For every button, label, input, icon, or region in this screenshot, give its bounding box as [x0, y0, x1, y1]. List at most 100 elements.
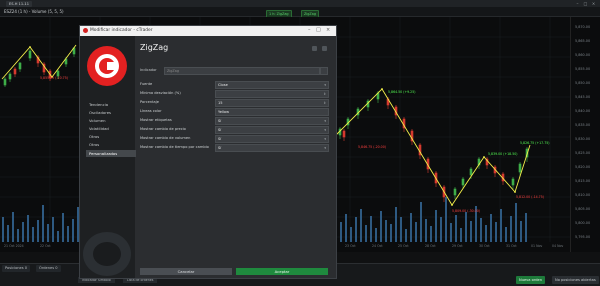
window-controls: – □ ×: [575, 1, 596, 6]
price-label: 5,840.00: [575, 109, 591, 113]
price-label: 5,815.00: [575, 179, 591, 183]
price-label: 5,795.00: [575, 235, 591, 239]
annotation-5: 5,809.00 (-30.00): [452, 209, 480, 213]
min-deviation-input[interactable]: ⇕: [215, 90, 329, 98]
annotation-4: 5,839.00 (+18.50): [488, 152, 518, 156]
chevron-down-icon: ▾: [324, 83, 326, 87]
show-price-change-value: Sí: [218, 128, 222, 132]
percentage-value: 15: [218, 101, 223, 105]
time-label: 25 Oct: [398, 244, 409, 248]
price-label: 5,800.00: [575, 221, 591, 225]
window-tab-bar: [0, 0, 600, 7]
param-label: Fuente: [140, 82, 153, 86]
param-label: Porcentaje: [140, 100, 159, 104]
ctrader-watermark-inner: [93, 242, 121, 266]
category-tendencia[interactable]: Tendencia: [86, 101, 136, 108]
close-icon[interactable]: ×: [326, 27, 330, 33]
category-personalizados[interactable]: Personalizados: [86, 150, 136, 157]
price-label: 5,830.00: [575, 137, 591, 141]
category-volatilidad[interactable]: Volatilidad: [86, 125, 136, 132]
show-price-change-select[interactable]: Sí ▾: [215, 126, 329, 134]
chart-toolbar: [0, 7, 600, 17]
dialog-title: Modificar indicador - cTrader: [90, 28, 153, 33]
category-volumen[interactable]: Volumen: [86, 117, 136, 124]
annotation-7: 5,812.00 (-14.75): [516, 195, 544, 199]
new-order-button[interactable]: Nueva orden: [516, 276, 546, 284]
price-label: 5,805.00: [575, 207, 591, 211]
source-select[interactable]: Close ▾: [215, 81, 329, 89]
chevron-down-icon: ▾: [324, 128, 326, 132]
time-label: 24 Oct: [372, 244, 383, 248]
time-label: 04 Nov: [552, 244, 564, 248]
ctrader-icon: [83, 28, 88, 33]
indicator-select[interactable]: ZigZag: [164, 67, 320, 75]
annotation-1: 5,855.25 (-10.75): [40, 76, 68, 80]
candles-left: [3, 47, 76, 87]
price-label: 5,850.00: [575, 81, 591, 85]
time-label: 21 Oct 2024: [4, 244, 24, 248]
cancel-button[interactable]: Cancelar: [140, 268, 232, 275]
no-positions-label: No posiciones abiertas: [552, 276, 599, 284]
annotation-3: 5,846.75 (-20.00): [358, 145, 386, 149]
annotation-6: 5,826.75 (+17.75): [520, 141, 550, 145]
minimize-icon[interactable]: –: [575, 1, 580, 6]
accept-button[interactable]: Aceptar: [236, 268, 328, 275]
time-label: 28 Oct: [425, 244, 436, 248]
percentage-input[interactable]: 15 ⇕: [215, 99, 329, 107]
time-label: 23 Oct: [345, 244, 356, 248]
maximize-icon[interactable]: □: [583, 1, 588, 6]
show-labels-select[interactable]: Sí ▾: [215, 117, 329, 125]
orders-tab[interactable]: Órdenes 0: [36, 265, 61, 272]
chevron-down-icon: ▾: [324, 137, 326, 141]
search-icon[interactable]: [320, 67, 328, 75]
category-otros-2[interactable]: Otros: [86, 141, 136, 148]
price-axis[interactable]: 5,870.00 5,865.00 5,860.00 5,855.00 5,85…: [570, 17, 600, 252]
indicator-field-label: Indicador: [140, 68, 157, 72]
param-label: Mostrar etiquetas: [140, 118, 172, 122]
category-otros[interactable]: Otros: [86, 133, 136, 140]
maximize-icon[interactable]: □: [316, 27, 321, 33]
save-icon[interactable]: [322, 46, 327, 51]
copy-icon[interactable]: [312, 46, 317, 51]
price-label: 5,810.00: [575, 193, 591, 197]
ctrader-logo-cut: [107, 62, 116, 70]
line-color-select[interactable]: Yellow: [215, 108, 329, 116]
show-time-change-value: Sí: [218, 146, 222, 150]
source-value: Close: [218, 83, 228, 87]
price-label: 5,855.00: [575, 67, 591, 71]
param-label: Mostrar cambio de volumen: [140, 136, 191, 140]
stepper-icon[interactable]: ⇕: [323, 91, 326, 97]
show-labels-value: Sí: [218, 119, 222, 123]
chevron-down-icon: ▾: [324, 146, 326, 150]
price-label: 5,860.00: [575, 53, 591, 57]
minimize-icon[interactable]: –: [308, 27, 311, 33]
time-label: 01 Nov: [531, 244, 543, 248]
positions-tab[interactable]: Posiciones 0: [2, 265, 31, 272]
category-osciladores[interactable]: Osciladores: [86, 109, 136, 116]
price-label: 5,820.00: [575, 165, 591, 169]
indicator-name-heading: ZigZag: [140, 43, 169, 52]
param-label: Mostrar cambio de precio: [140, 127, 186, 131]
param-label: Mínima desviación (%): [140, 91, 181, 95]
dialog-title-bar: Modificar indicador - cTrader – □ ×: [80, 26, 336, 36]
chart-tab-label: ES.H 11-11: [9, 2, 29, 6]
price-label: 5,865.00: [575, 39, 591, 43]
show-time-change-select[interactable]: Sí ▾: [215, 144, 329, 152]
price-label: 5,870.00: [575, 25, 591, 29]
modify-indicator-dialog: Modificar indicador - cTrader – □ × Tend…: [80, 26, 336, 278]
close-icon[interactable]: ×: [591, 1, 596, 6]
time-label: 22 Oct: [40, 244, 51, 248]
time-label: 30 Oct: [479, 244, 490, 248]
time-label: 29 Oct: [452, 244, 463, 248]
param-label: Líneas color: [140, 109, 162, 113]
symbol-label: ESZ24 (1 h) - Volume (5, 5, 5): [4, 9, 64, 14]
line-color-value: Yellow: [218, 110, 230, 114]
price-label: 5,845.00: [575, 95, 591, 99]
show-volume-change-select[interactable]: Sí ▾: [215, 135, 329, 143]
price-label: 5,825.00: [575, 151, 591, 155]
price-label: 5,835.00: [575, 123, 591, 127]
show-volume-change-value: Sí: [218, 137, 222, 141]
param-label: Mostrar cambio de tiempo por cambio: [140, 145, 209, 149]
stepper-icon[interactable]: ⇕: [323, 100, 326, 106]
annotation-2: 5,864.50 (+9.25): [388, 90, 416, 94]
